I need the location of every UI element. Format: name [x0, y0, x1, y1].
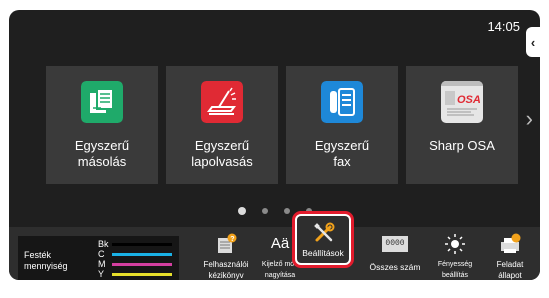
toner-label: Festék mennyiség	[24, 250, 68, 271]
font-size-icon: Aä	[270, 235, 290, 252]
tile-sharp-osa[interactable]: OSA Sharp OSA	[406, 66, 518, 184]
brightness-button[interactable]: Fényesség beállítás	[428, 227, 482, 280]
sharp-osa-icon: OSA	[441, 81, 483, 123]
toner-row-bk: Bk	[98, 239, 178, 249]
tile-label: Egyszerű másolás	[74, 138, 130, 169]
tile-easy-fax[interactable]: Egyszerű fax	[286, 66, 398, 184]
svg-text:?: ?	[230, 236, 234, 243]
scan-icon	[201, 81, 243, 123]
settings-label: Beállítások	[302, 248, 344, 258]
page-indicator	[9, 207, 540, 215]
toner-row-m: M	[98, 259, 178, 269]
toner-row-c: C	[98, 249, 178, 259]
page-dot[interactable]	[261, 208, 268, 214]
bottom-action-bar: Festék mennyiség Bk C M Y ? Felhasználói…	[9, 227, 540, 280]
tile-easy-copy[interactable]: Egyszerű másolás	[46, 66, 158, 184]
side-panel-tab[interactable]: ‹	[526, 27, 540, 57]
button-label: Feladat állapot	[496, 260, 524, 280]
tile-label: Egyszerű lapolvasás	[191, 138, 253, 169]
toner-level-panel[interactable]: Festék mennyiség Bk C M Y	[18, 236, 179, 280]
touch-panel-screen: 14:05 ‹ Egyszerű másolás Egyszerű lapolv…	[9, 10, 540, 280]
tile-label: Egyszerű fax	[314, 138, 370, 169]
clock: 14:05	[487, 19, 520, 34]
total-count-button[interactable]: 0000 Összes szám	[364, 227, 426, 280]
user-manual-button[interactable]: ? Felhasználói kézikönyv	[200, 227, 252, 280]
counter-icon: 0000	[382, 236, 408, 252]
settings-button[interactable]: Beállítások	[297, 216, 349, 263]
button-label: Összes szám	[369, 262, 421, 272]
wrench-screwdriver-icon	[314, 222, 335, 242]
toner-bar-magenta	[112, 263, 172, 266]
page-dot[interactable]	[237, 207, 246, 215]
svg-text:OSA: OSA	[457, 94, 481, 106]
page-dot[interactable]	[283, 208, 290, 214]
copy-icon	[81, 81, 123, 123]
settings-button-highlight: Beállítások	[292, 211, 354, 268]
button-label: Felhasználói kézikönyv	[203, 260, 249, 280]
brightness-icon	[445, 234, 465, 254]
toner-bar-yellow	[112, 273, 172, 276]
tile-label: Sharp OSA	[429, 138, 495, 153]
toner-bar-black	[112, 243, 172, 246]
manual-icon: ?	[218, 233, 237, 253]
tile-easy-scan[interactable]: Egyszerű lapolvasás	[166, 66, 278, 184]
toner-row-y: Y	[98, 269, 178, 279]
chevron-left-icon: ‹	[530, 34, 536, 50]
next-page-arrow[interactable]: ›	[526, 108, 533, 130]
job-status-icon	[501, 233, 521, 253]
job-status-button[interactable]: Feladat állapot	[483, 227, 537, 280]
toner-bar-cyan	[112, 253, 172, 256]
fax-icon	[321, 81, 363, 123]
